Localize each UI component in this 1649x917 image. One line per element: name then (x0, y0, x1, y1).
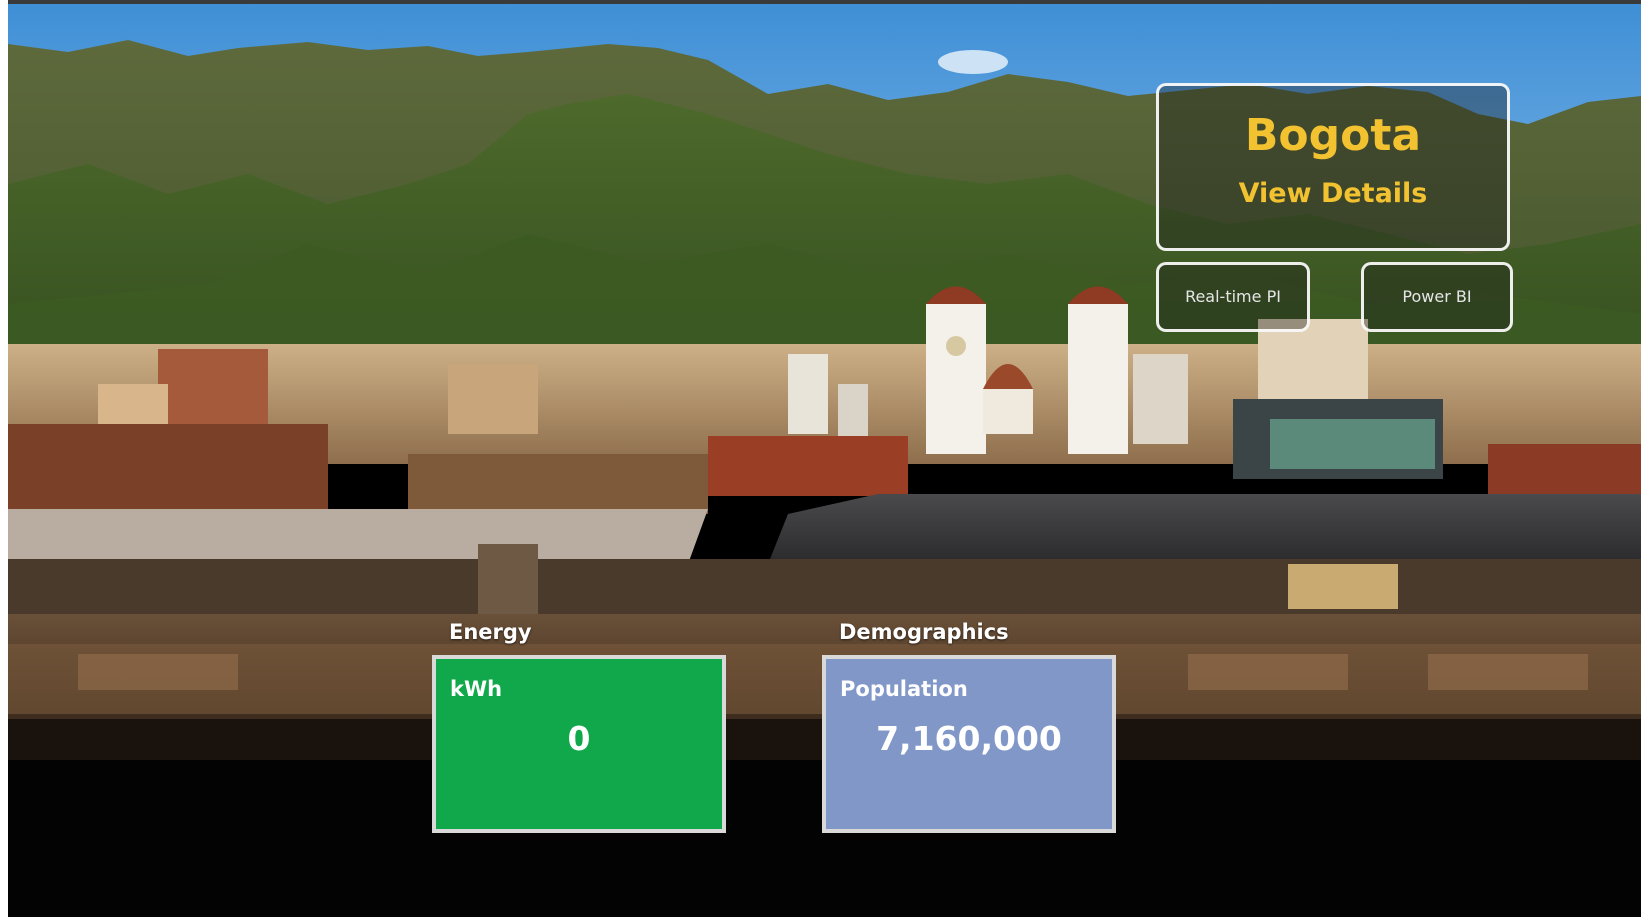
population-label: Population (840, 677, 968, 701)
kwh-value: 0 (567, 719, 591, 758)
view-details-link[interactable]: View Details (1159, 178, 1507, 209)
city-info-panel[interactable]: Bogota View Details (1156, 83, 1510, 251)
realtime-pi-button[interactable]: Real-time PI (1156, 262, 1310, 332)
energy-heading: Energy (449, 620, 532, 644)
population-tile[interactable]: Population 7,160,000 (822, 655, 1116, 833)
power-bi-button[interactable]: Power BI (1361, 262, 1513, 332)
realtime-pi-label: Real-time PI (1185, 287, 1281, 306)
power-bi-label: Power BI (1402, 287, 1472, 306)
demographics-heading: Demographics (839, 620, 1009, 644)
kwh-label: kWh (450, 677, 503, 701)
population-value: 7,160,000 (876, 719, 1062, 758)
energy-kwh-tile[interactable]: kWh 0 (432, 655, 726, 833)
app-frame: Bogota View Details Real-time PI Power B… (8, 0, 1641, 917)
city-title: Bogota (1244, 110, 1422, 161)
